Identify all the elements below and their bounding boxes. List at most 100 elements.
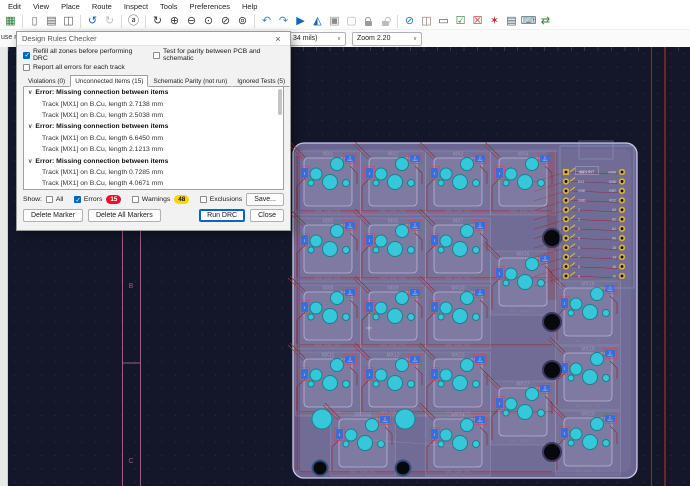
find-icon[interactable]: ⓐ — [126, 14, 141, 29]
checkbox-box[interactable] — [74, 196, 81, 203]
unlock-icon[interactable] — [378, 14, 393, 29]
net-inspector-icon[interactable]: ✶ — [487, 14, 502, 29]
expander-icon[interactable]: ∨ — [28, 89, 32, 96]
footprint-mx13[interactable]: 12GNDMX13MX_SW_HS — [418, 343, 491, 416]
footprint-mx9[interactable]: 12GNDMX9MX_SW_HS — [353, 276, 426, 349]
footprint-mx7[interactable]: 12GNDMX7MX_SW_HS — [418, 209, 491, 282]
checkbox-box[interactable] — [46, 196, 53, 203]
appearance-panel-icon[interactable]: ▤ — [504, 14, 519, 29]
scripting-console-icon[interactable]: ⌨ — [521, 14, 536, 29]
menu-item-inspect[interactable]: Inspect — [118, 1, 154, 12]
lock-icon[interactable] — [361, 14, 376, 29]
error-item[interactable]: Track [MX1] on B.Cu, length 2.7138 mm — [24, 98, 283, 109]
zoom-selection-icon[interactable]: ⊚ — [235, 14, 250, 29]
dialog-titlebar[interactable]: Design Rules Checker × — [17, 32, 290, 46]
tab-ignored-tests-5[interactable]: Ignored Tests (5) — [232, 75, 290, 87]
scrollbar-thumb[interactable] — [278, 89, 282, 115]
menu-item-edit[interactable]: Edit — [2, 1, 27, 12]
footprint-mx5[interactable]: 12GNDMX5MX_SW_HS — [288, 209, 361, 282]
error-item[interactable]: Track [MX1] on B.Cu, length 2.5038 mm — [24, 110, 283, 121]
footprint-mx18[interactable]: 12GNDMX18MX_SW_HS — [548, 272, 621, 345]
checkbox-show-errors[interactable]: Errors — [74, 196, 103, 203]
delete-marker-button[interactable]: Delete Marker — [23, 209, 83, 222]
footprint-mx10[interactable]: 12GNDMX10MX_SW_HS — [418, 276, 491, 349]
close-button[interactable]: Close — [250, 209, 284, 222]
checkbox-box[interactable] — [132, 196, 139, 203]
footprint-mx8[interactable]: 12GNDMX8MX_SW_HS — [288, 276, 361, 349]
update-pcb-icon[interactable]: ▭ — [436, 14, 451, 29]
menu-item-place[interactable]: Place — [55, 1, 86, 12]
checkbox-refill-zones[interactable]: Refill all zones before performing DRC — [23, 48, 141, 62]
svg-text:9: 9 — [578, 274, 580, 278]
menu-item-tools[interactable]: Tools — [154, 1, 184, 12]
menu-item-route[interactable]: Route — [86, 1, 118, 12]
expander-icon[interactable]: ∨ — [28, 158, 32, 165]
zoom-fit-page-icon[interactable]: ⊙ — [201, 14, 216, 29]
zoom-out-icon[interactable]: ⊖ — [184, 14, 199, 29]
footprint-mx11[interactable]: 12GNDMX11MX_SW_HS — [288, 343, 361, 416]
checkbox-report-all-errors[interactable]: Report all errors for each track — [23, 64, 125, 71]
error-item[interactable]: Track [MX1] on B.Cu, length 4.0671 mm — [24, 178, 283, 189]
checkbox-box[interactable] — [23, 52, 30, 59]
pcb-board[interactable]: 12GNDMX1MX_SW_HS12GNDMX2MX_SW_HS12GNDMX3… — [288, 141, 637, 478]
new-board-icon[interactable]: ▯ — [27, 14, 42, 29]
error-group-header[interactable]: ∨Error: Missing connection between items — [24, 87, 283, 98]
checkbox-box[interactable] — [23, 64, 30, 71]
footprint-mx16[interactable]: 12GNDMX16MX_SW_HS — [483, 242, 556, 315]
footprint-mx17[interactable]: 12GNDMX17MX_SW_HS — [483, 372, 556, 445]
violations-list[interactable]: ∨Error: Missing connection between items… — [23, 87, 284, 190]
mirror-icon[interactable]: ◭ — [310, 14, 325, 29]
footprint-mx6[interactable]: 12GNDMX6MX_SW_HS — [353, 209, 426, 282]
expander-icon[interactable]: ∨ — [28, 123, 32, 130]
footprint-mx4[interactable]: 12GNDMX4MX_SW_HS — [483, 142, 556, 215]
zoom-combo[interactable]: Zoom 2.20 ∨ — [352, 32, 422, 46]
rotate-ccw-icon[interactable]: ↶ — [259, 14, 274, 29]
undo-icon[interactable]: ↺ — [85, 14, 100, 29]
checkbox-schematic-parity[interactable]: Test for parity between PCB and schemati… — [153, 48, 284, 62]
flip-board-icon[interactable]: ▶ — [293, 14, 308, 29]
delete-all-markers-button[interactable]: Delete All Markers — [88, 209, 161, 222]
footprint-mx12[interactable]: 12GNDMX12MX_SW_HS — [353, 343, 426, 416]
track-width-combo[interactable]: 34 mils) ∨ — [288, 32, 346, 46]
board-setup-icon[interactable]: ▦ — [3, 14, 18, 29]
redo-icon[interactable]: ↻ — [102, 14, 117, 29]
swap-layers-icon[interactable]: ⇄ — [538, 14, 553, 29]
footprint-mxstab[interactable]: 12GNDMXstabMX_SW_HS — [323, 403, 396, 476]
error-group-header[interactable]: ∨Error: Missing connection between items — [24, 155, 283, 166]
error-item[interactable]: Track [MX1] on B.Cu, length 6.6450 mm — [24, 133, 283, 144]
ungroup-icon[interactable]: ▢ — [344, 14, 359, 29]
footprint-checker-icon[interactable]: ◫ — [419, 14, 434, 29]
error-item[interactable]: Track [MX1] on B.Cu, length 2.1213 mm — [24, 144, 283, 155]
footprint-mx20[interactable]: 12GNDMX20MX_SW_HS — [548, 402, 621, 475]
rotate-cw-icon[interactable]: ↷ — [276, 14, 291, 29]
checkbox-show-warnings[interactable]: Warnings — [132, 196, 170, 203]
error-group-header[interactable]: ∨Error: Missing connection between items — [24, 121, 283, 132]
tab-violations-0[interactable]: Violations (0) — [23, 75, 70, 87]
footprint-mx1[interactable]: 12GNDMX1MX_SW_HS — [288, 142, 361, 215]
close-icon[interactable]: × — [271, 34, 285, 44]
ratsnest-icon[interactable]: ⊘ — [402, 14, 417, 29]
checkbox-show-exclusions[interactable]: Exclusions — [200, 196, 243, 203]
drc-check-icon[interactable]: ☑ — [453, 14, 468, 29]
run-drc-button[interactable]: Run DRC — [199, 209, 245, 222]
tab-schematic-parity-not-run[interactable]: Schematic Parity (not run) — [148, 75, 232, 87]
menu-item-preferences[interactable]: Preferences — [184, 1, 236, 12]
save-button[interactable]: Save... — [246, 193, 284, 206]
checkbox-box[interactable] — [200, 196, 207, 203]
refresh-view-icon[interactable]: ↻ — [150, 14, 165, 29]
zoom-fit-objects-icon[interactable]: ⊘ — [218, 14, 233, 29]
print-icon[interactable]: ▤ — [44, 14, 59, 29]
checkbox-box[interactable] — [153, 52, 160, 59]
checkbox-show-all[interactable]: All — [46, 196, 64, 203]
error-item[interactable]: Track [MX1] on B.Cu, length 0.7285 mm — [24, 167, 283, 178]
footprint-mx14[interactable]: 12GNDMX14MX_SW_HS — [418, 403, 491, 476]
plot-icon[interactable]: ◫ — [61, 14, 76, 29]
footprint-mx2[interactable]: 12GNDMX2MX_SW_HS — [353, 142, 426, 215]
menu-item-help[interactable]: Help — [236, 1, 263, 12]
tab-unconnected-items-15[interactable]: Unconnected Items (15) — [70, 75, 148, 87]
menu-item-view[interactable]: View — [27, 1, 55, 12]
footprint-mx3[interactable]: 12GNDMX3MX_SW_HS — [418, 142, 491, 215]
group-icon[interactable]: ▣ — [327, 14, 342, 29]
zoom-in-icon[interactable]: ⊕ — [167, 14, 182, 29]
erc-list-icon[interactable]: ☒ — [470, 14, 485, 29]
